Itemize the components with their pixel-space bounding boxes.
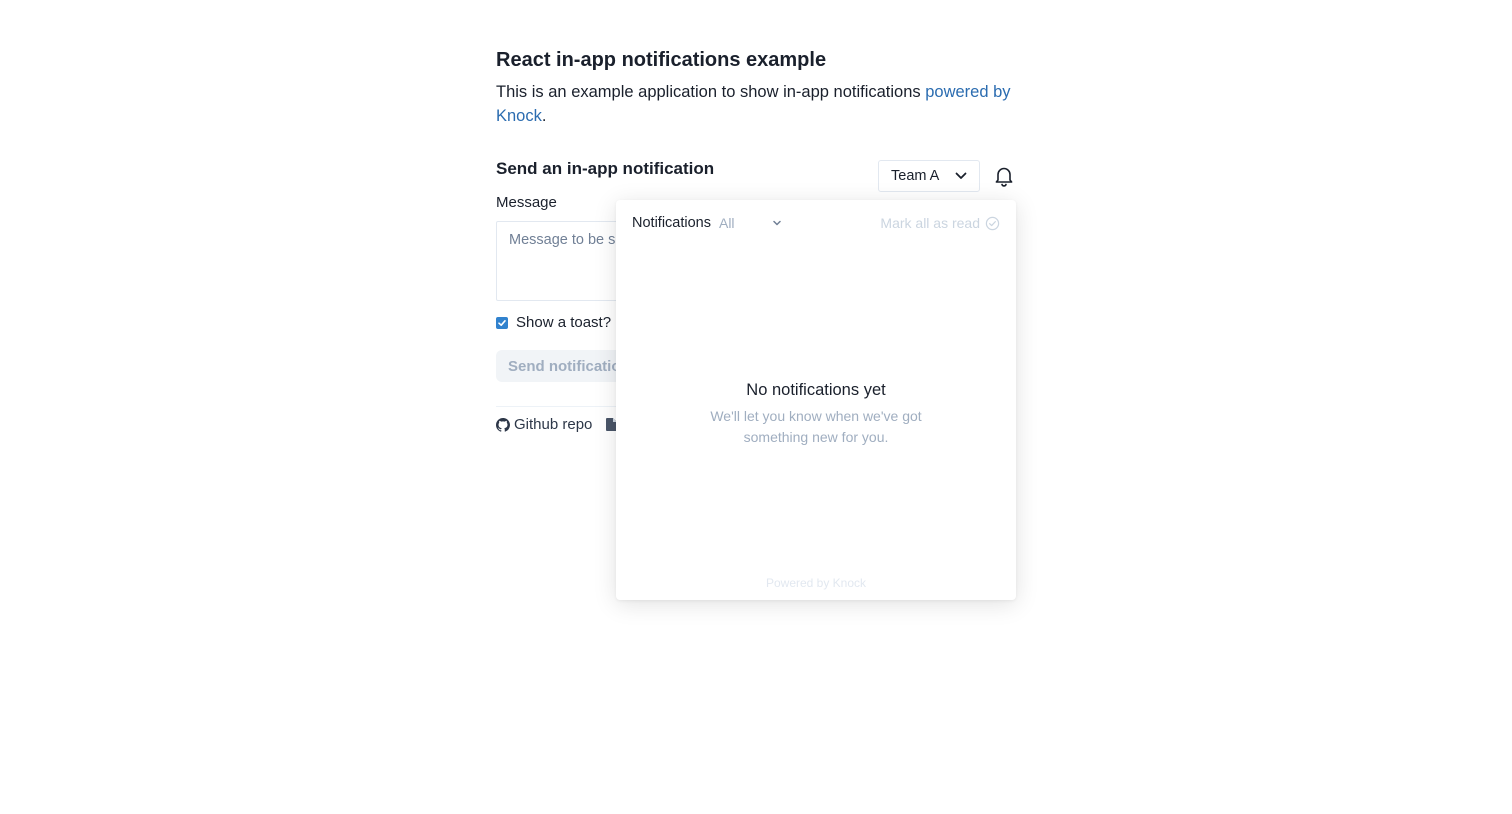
page: React in-app notifications example This … — [0, 0, 1512, 814]
section-title: Send an in-app notification — [496, 159, 715, 178]
main-content: React in-app notifications example This … — [496, 44, 1016, 433]
check-icon — [498, 319, 506, 326]
mark-all-read-label: Mark all as read — [880, 215, 980, 231]
message-label: Message — [496, 194, 557, 211]
bell-icon[interactable] — [992, 164, 1016, 188]
toast-option: Show a toast? — [496, 314, 611, 331]
notifications-filter-select[interactable]: All — [719, 215, 781, 231]
mark-all-read-button[interactable]: Mark all as read — [880, 215, 1000, 231]
empty-state: No notifications yet We'll let you know … — [616, 378, 1016, 448]
github-link[interactable]: Github repo — [496, 416, 592, 433]
github-icon — [496, 417, 510, 432]
team-select[interactable]: Team A — [878, 160, 980, 192]
empty-title: No notifications yet — [746, 381, 886, 399]
chevron-down-icon — [955, 172, 967, 179]
check-circle-icon — [985, 216, 1000, 230]
notifications-popover: Notifications All Mark all as read No no… — [616, 200, 1016, 600]
intro-end: . — [541, 107, 547, 125]
intro-paragraph: This is an example application to show i… — [496, 80, 1016, 128]
intro-text: This is an example application to show i… — [496, 83, 926, 101]
chevron-down-icon — [773, 220, 781, 226]
team-select-value: Team A — [891, 168, 940, 184]
toast-checkbox[interactable] — [496, 316, 508, 329]
filter-value: All — [718, 215, 735, 231]
powered-by-knock[interactable]: Powered by Knock — [616, 576, 1016, 590]
page-title: React in-app notifications example — [496, 49, 827, 71]
popover-title: Notifications — [632, 215, 711, 231]
empty-subtitle: We'll let you know when we've got someth… — [710, 408, 922, 445]
footer-links: Github repo — [496, 416, 618, 433]
toast-label: Show a toast? — [516, 314, 612, 331]
github-label: Github repo — [514, 416, 593, 433]
popover-header: Notifications All Mark all as read — [632, 212, 1000, 234]
